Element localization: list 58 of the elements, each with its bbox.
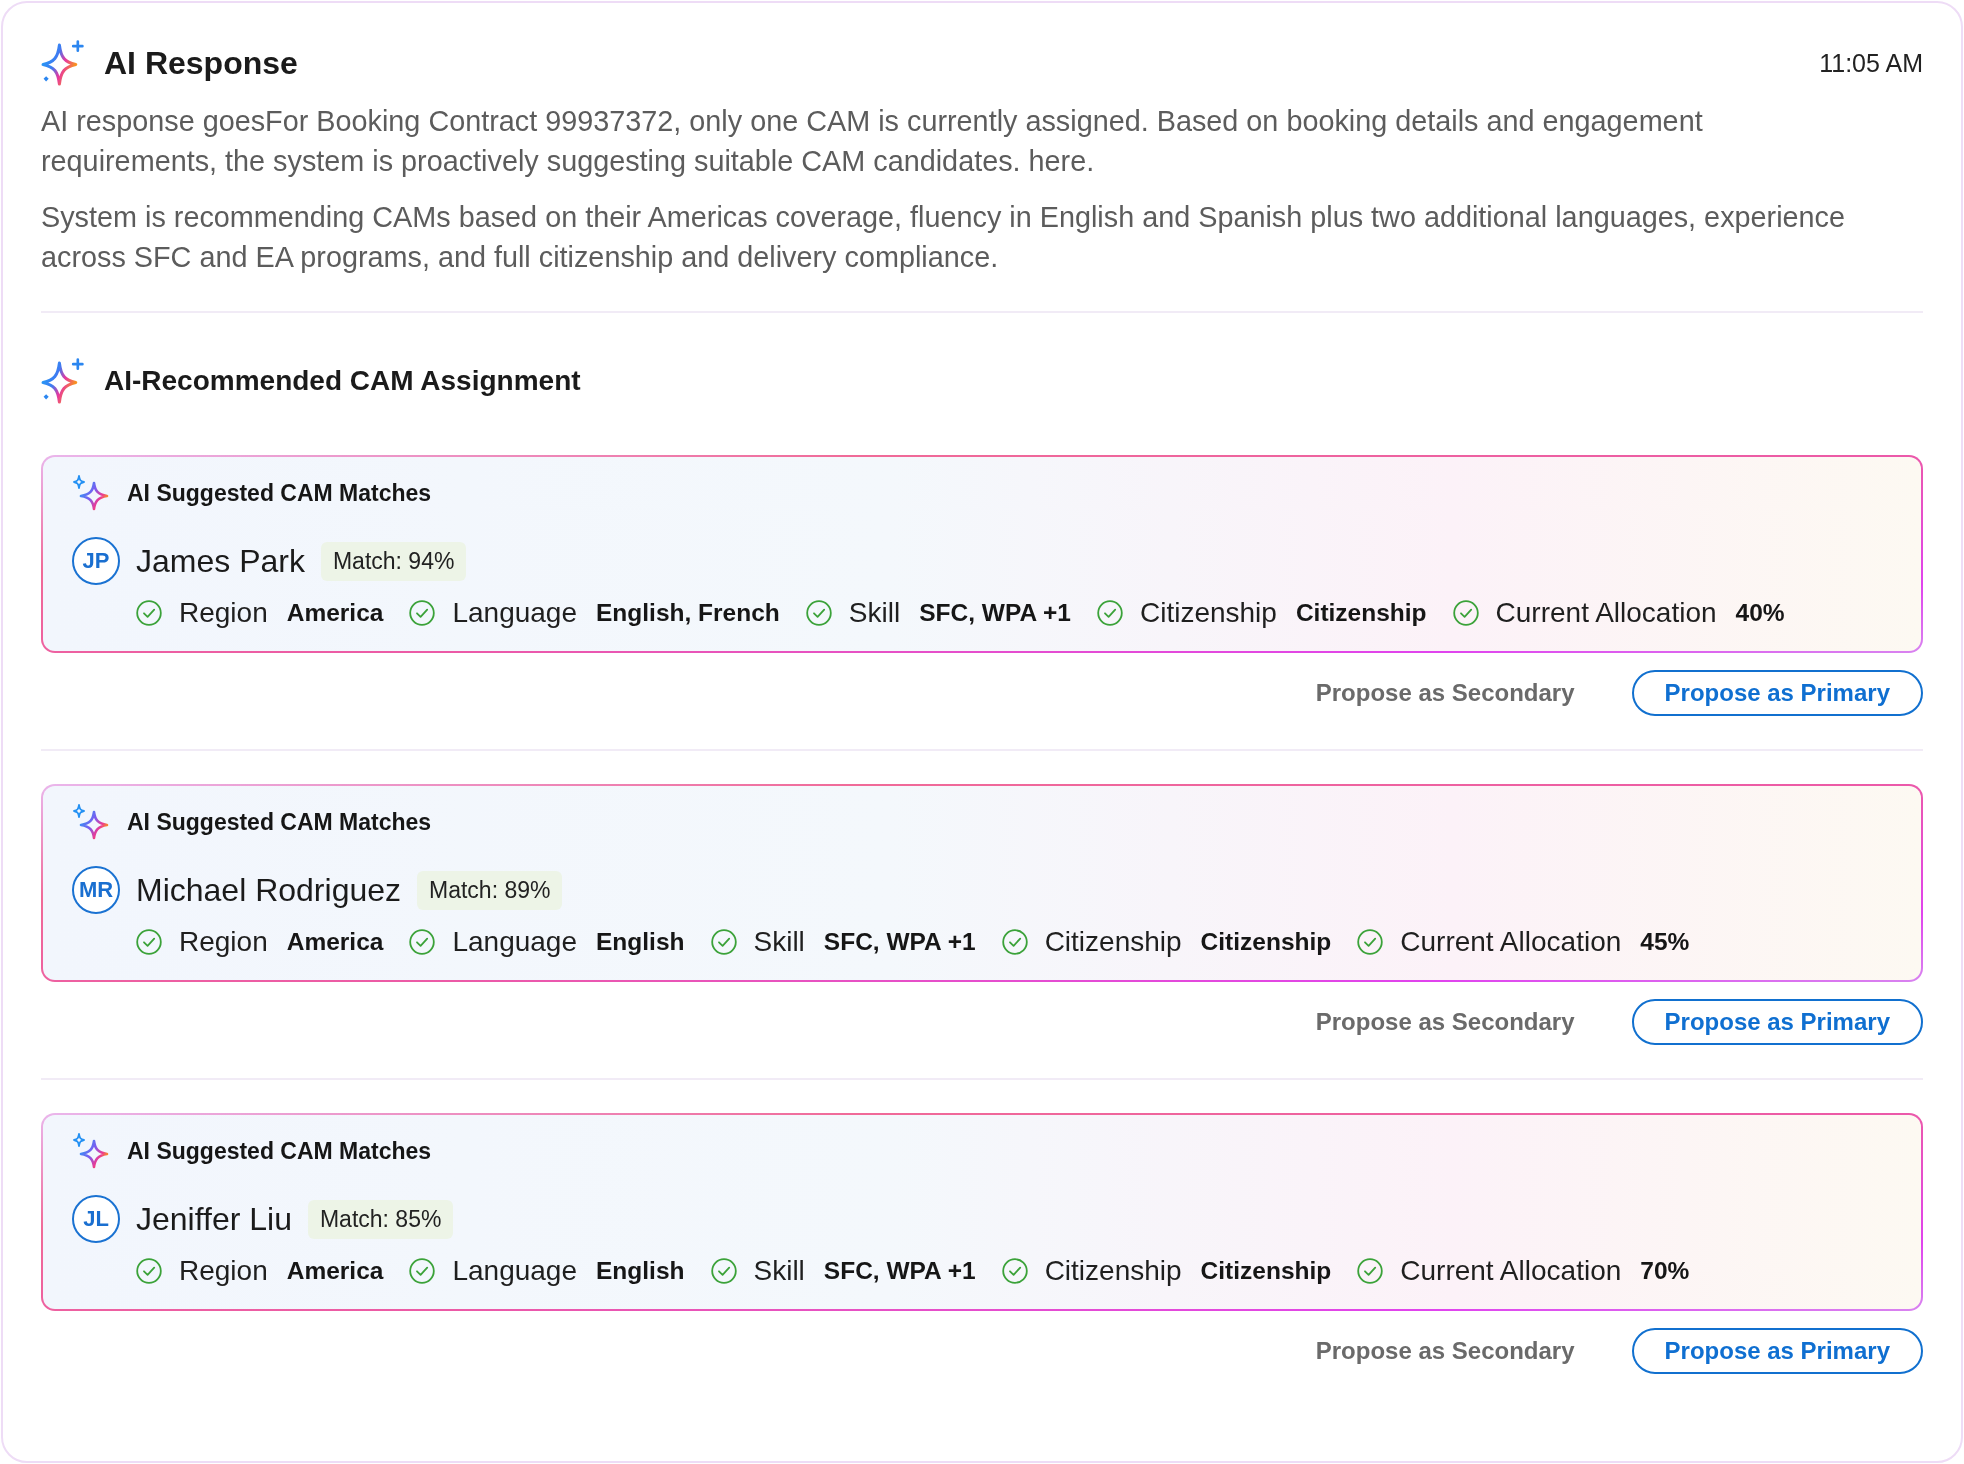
- candidate-name: James Park: [136, 542, 305, 581]
- initials-avatar: MR: [72, 866, 120, 914]
- criterion-label: Citizenship: [1044, 1254, 1182, 1288]
- sparkle-icon: [41, 40, 86, 86]
- sparkle-icon: [72, 804, 110, 840]
- criterion-label: Citizenship: [1139, 596, 1277, 630]
- criterion-label: Skill: [753, 1254, 805, 1288]
- response-title: AI Response: [104, 44, 298, 83]
- initials-avatar: JP: [72, 537, 120, 585]
- criterion-value: Citizenship: [1200, 1256, 1332, 1286]
- response-paragraph: AI response goesFor Booking Contract 99937372, only one CAM is currently assigned. Based on booking details and engagement requirements, the system is proactively suggesting suitable CAM candidates. here.: [41, 104, 1704, 179]
- match-score: Match: 85%: [307, 1199, 454, 1239]
- criterion-label: Language: [452, 596, 577, 630]
- criterion-label: Current Allocation: [1400, 925, 1622, 959]
- criterion-label: Region: [179, 1254, 268, 1288]
- criterion-value: 70%: [1640, 1256, 1690, 1286]
- criterion-value: SFC, WPA +1: [823, 927, 976, 957]
- criterion-value: SFC, WPA +1: [919, 598, 1071, 628]
- criterion-label: Skill: [848, 596, 901, 630]
- criterion-value: America: [286, 1256, 384, 1286]
- match-score: Match: 94%: [320, 541, 467, 581]
- timestamp: 11:05 AM: [1819, 48, 1923, 79]
- candidate-name: Jeniffer Liu: [136, 1200, 292, 1239]
- match-score: Match: 89%: [417, 870, 563, 910]
- criterion-value: Citizenship: [1200, 927, 1332, 957]
- criterion-value: SFC, WPA +1: [823, 1256, 976, 1286]
- criterion-value: English, French: [596, 598, 780, 628]
- sparkle-icon: [41, 358, 86, 404]
- primary-action-button[interactable]: Propose as Primary: [1631, 999, 1923, 1045]
- criterion-label: Skill: [753, 925, 805, 959]
- criterion-label: Region: [179, 925, 268, 959]
- criterion-value: Citizenship: [1295, 598, 1427, 628]
- criterion-label: Language: [452, 1254, 577, 1288]
- card-title: AI Suggested CAM Matches: [127, 479, 432, 507]
- criterion-label: Region: [179, 596, 268, 630]
- sparkle-icon: [72, 475, 110, 511]
- criterion-value: English: [596, 927, 685, 957]
- criterion-value: 40%: [1735, 598, 1785, 628]
- criterion-value: America: [286, 927, 384, 957]
- criterion-label: Current Allocation: [1495, 596, 1717, 630]
- sparkle-icon: [72, 1133, 110, 1169]
- criterion-value: English: [596, 1256, 685, 1286]
- criterion-label: Language: [452, 925, 577, 959]
- candidate-name: Michael Rodriguez: [136, 871, 401, 910]
- criterion-value: America: [286, 598, 384, 628]
- primary-action-button[interactable]: Propose as Primary: [1631, 670, 1923, 716]
- section-title: AI-Recommended CAM Assignment: [104, 364, 581, 398]
- criterion-label: Citizenship: [1044, 925, 1182, 959]
- criterion-label: Current Allocation: [1400, 1254, 1622, 1288]
- card-title: AI Suggested CAM Matches: [127, 1137, 432, 1165]
- secondary-action-button[interactable]: Propose as Secondary: [1291, 670, 1599, 716]
- response-paragraph: System is recommending CAMs based on their Americas coverage, fluency in English and Spanish plus two additional languages, experience across SFC and EA programs, and full citizenship and delivery compliance.: [41, 200, 1846, 275]
- initials-avatar: JL: [72, 1195, 120, 1243]
- card-title: AI Suggested CAM Matches: [127, 808, 432, 836]
- criterion-value: 45%: [1640, 927, 1690, 957]
- secondary-action-button[interactable]: Propose as Secondary: [1291, 1328, 1599, 1374]
- secondary-action-button[interactable]: Propose as Secondary: [1291, 999, 1599, 1045]
- primary-action-button[interactable]: Propose as Primary: [1631, 1328, 1923, 1374]
